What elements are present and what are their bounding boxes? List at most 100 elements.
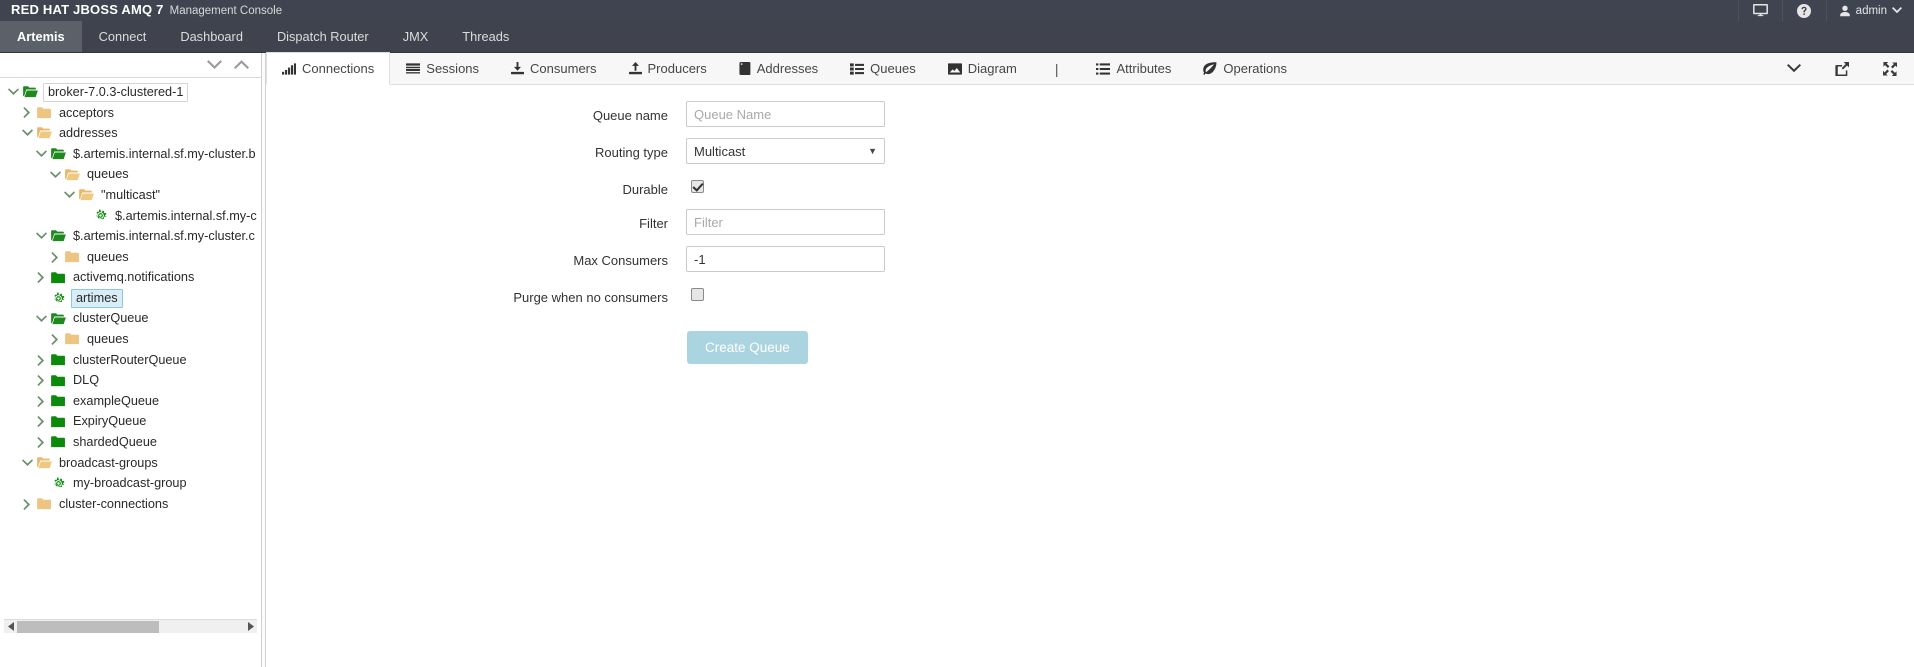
expand-all-icon[interactable] — [234, 60, 249, 70]
tree-node-label: activemq.notifications — [73, 270, 195, 285]
chevron-down-icon[interactable] — [20, 459, 34, 467]
create-queue-button[interactable]: Create Queue — [687, 331, 808, 364]
folder-closed-tan-icon — [62, 251, 82, 263]
folder-open-tan-icon — [76, 189, 96, 201]
tree-node[interactable]: broker-7.0.3-clustered-1 — [0, 82, 261, 103]
chevron-right-icon[interactable] — [20, 107, 34, 119]
sidebar-footer — [0, 633, 261, 667]
tree-node[interactable]: ExpiryQueue — [0, 412, 261, 433]
tree-node[interactable]: $.artemis.internal.sf.my-cluster.c — [0, 226, 261, 247]
tree-node[interactable]: broadcast-groups — [0, 453, 261, 474]
chevron-right-icon[interactable] — [34, 375, 48, 387]
brand-bar: RED HAT JBOSS AMQ 7 Management Console ad… — [0, 0, 1914, 21]
gear-green-icon — [48, 292, 68, 305]
create-queue-form: Queue name Routing type MulticastAnycast… — [266, 85, 1914, 667]
tree-node[interactable]: DLQ — [0, 370, 261, 391]
nav-item-threads[interactable]: Threads — [445, 21, 526, 52]
routing-type-select[interactable]: MulticastAnycast — [686, 138, 885, 164]
chevron-right-icon[interactable] — [20, 498, 34, 510]
tree-node[interactable]: "multicast" — [0, 185, 261, 206]
chevron-right-icon[interactable] — [34, 416, 48, 428]
tree-node-label: queues — [87, 167, 129, 182]
tab-queues[interactable]: Queues — [834, 52, 932, 84]
max-consumers-input[interactable] — [686, 246, 885, 272]
chevron-right-icon[interactable] — [34, 272, 48, 284]
chevron-down-icon[interactable] — [48, 171, 62, 179]
tree-node[interactable]: queues — [0, 329, 261, 350]
collapse-all-icon[interactable] — [207, 60, 222, 70]
folder-closed-green-icon — [48, 395, 68, 407]
user-name: admin — [1855, 4, 1887, 17]
chevron-right-icon[interactable] — [34, 436, 48, 448]
durable-label: Durable — [622, 182, 668, 197]
tab-connections[interactable]: Connections — [266, 52, 391, 85]
tab-attributes[interactable]: Attributes — [1080, 52, 1187, 84]
scroll-left-arrow[interactable] — [4, 622, 17, 631]
tree-node[interactable]: exampleQueue — [0, 391, 261, 412]
tree-node[interactable]: artimes — [0, 288, 261, 309]
tree-node-label: cluster-connections — [59, 496, 169, 511]
tab-consumers[interactable]: Consumers — [495, 52, 612, 84]
scrollbar-thumb[interactable] — [17, 620, 159, 633]
user-menu[interactable]: admin — [1825, 0, 1914, 21]
tab-label: Addresses — [756, 61, 819, 76]
workspace: broker-7.0.3-clustered-1 acceptors address… — [0, 52, 1914, 667]
help-icon[interactable] — [1781, 0, 1826, 21]
chevron-down-icon[interactable] — [1770, 53, 1818, 84]
scrollbar-track[interactable] — [17, 620, 244, 634]
tree-node[interactable]: queues — [0, 247, 261, 268]
sidebar-horizontal-scrollbar[interactable] — [4, 619, 257, 633]
durable-checkbox[interactable] — [691, 180, 704, 193]
tree-node[interactable]: acceptors — [0, 103, 261, 124]
chevron-down-icon[interactable] — [34, 150, 48, 158]
tree-node-label: exampleQueue — [73, 393, 160, 408]
tree-node-label: clusterQueue — [73, 311, 149, 326]
tab-operations[interactable]: Operations — [1187, 52, 1303, 84]
brand-logo-text: RED HAT JBOSS AMQ 7 — [11, 2, 164, 18]
expand-icon[interactable] — [1866, 53, 1914, 84]
tree-node[interactable]: shardedQueue — [0, 432, 261, 453]
monitor-icon[interactable] — [1737, 0, 1782, 21]
scroll-right-arrow[interactable] — [244, 622, 257, 631]
tree-node-label: acceptors — [59, 105, 115, 120]
tree-node[interactable]: $.artemis.internal.sf.my-c — [0, 206, 261, 227]
folder-open-tan-icon — [62, 168, 82, 181]
tree-scroll-area[interactable]: broker-7.0.3-clustered-1 acceptors address… — [0, 78, 261, 619]
nav-item-artemis[interactable]: Artemis — [0, 21, 82, 52]
tree-node[interactable]: cluster-connections — [0, 494, 261, 515]
tree-node[interactable]: my-broadcast-group — [0, 473, 261, 494]
tab-bar-actions — [1770, 53, 1914, 84]
chevron-right-icon[interactable] — [48, 251, 62, 263]
nav-item-dashboard[interactable]: Dashboard — [163, 21, 260, 52]
tab-bar: Connections Sessions Consumers Producers Add… — [266, 52, 1914, 85]
tree-node[interactable]: activemq.notifications — [0, 267, 261, 288]
external-link-icon[interactable] — [1818, 53, 1866, 84]
tab-sessions[interactable]: Sessions — [390, 52, 495, 84]
filter-input[interactable] — [686, 209, 885, 235]
tree-node[interactable]: $.artemis.internal.sf.my-cluster.b — [0, 144, 261, 165]
tab-diagram[interactable]: Diagram — [932, 52, 1033, 84]
chevron-down-icon[interactable] — [34, 232, 48, 240]
nav-item-dispatch-router[interactable]: Dispatch Router — [260, 21, 386, 52]
chevron-right-icon[interactable] — [34, 354, 48, 366]
tree-node-label: $.artemis.internal.sf.my-cluster.c — [73, 229, 255, 244]
chevron-down-icon[interactable] — [20, 129, 34, 137]
tree-node[interactable]: addresses — [0, 123, 261, 144]
chevron-right-icon[interactable] — [34, 395, 48, 407]
purge-checkbox[interactable] — [691, 288, 704, 301]
queue-name-input[interactable] — [686, 101, 885, 127]
tree-node-label: queues — [87, 249, 129, 264]
tab-producers[interactable]: Producers — [613, 52, 723, 84]
tab-addresses[interactable]: Addresses — [723, 52, 834, 84]
chevron-down-icon[interactable] — [62, 191, 76, 199]
nav-item-connect[interactable]: Connect — [82, 21, 164, 52]
grid-list-icon — [850, 62, 865, 75]
chevron-down-icon[interactable] — [6, 88, 20, 96]
tree-node[interactable]: clusterQueue — [0, 309, 261, 330]
main-nav: Artemis Connect Dashboard Dispatch Router JM… — [0, 21, 1914, 53]
tree-node[interactable]: queues — [0, 164, 261, 185]
nav-item-jmx[interactable]: JMX — [386, 21, 446, 52]
chevron-down-icon[interactable] — [34, 315, 48, 323]
chevron-right-icon[interactable] — [48, 333, 62, 345]
tree-node[interactable]: clusterRouterQueue — [0, 350, 261, 371]
